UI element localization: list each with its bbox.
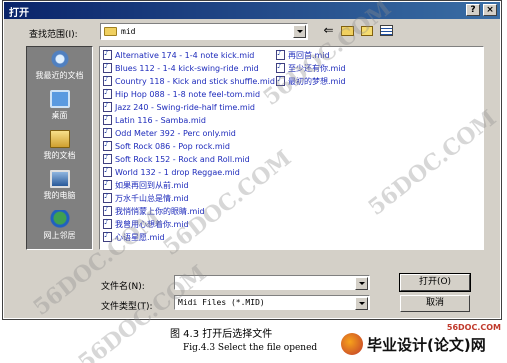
file-item[interactable]: Soft Rock 086 - Pop rock.mid: [103, 140, 230, 152]
midi-file-icon: [103, 62, 112, 73]
look-in-dropdown[interactable]: mid: [100, 23, 308, 40]
place-label: 我的文档: [43, 151, 76, 160]
site-url: 56DOC.COM: [446, 323, 501, 332]
brand-text: 毕业设计(论文)网: [367, 336, 486, 354]
file-item[interactable]: Odd Meter 392 - Perc only.mid: [103, 127, 236, 139]
midi-file-icon: [103, 218, 112, 229]
my-computer-icon: [49, 170, 70, 188]
midi-file-icon: [103, 179, 112, 190]
network-places-icon: [49, 210, 70, 228]
midi-file-icon: [103, 114, 112, 125]
place-label: 我最近的文档: [35, 71, 84, 80]
file-item[interactable]: World 132 - 1 drop Reggae.mid: [103, 166, 240, 178]
file-item[interactable]: Hip Hop 088 - 1-8 note feel-tom.mid: [103, 88, 260, 100]
cancel-button[interactable]: 取消: [400, 295, 470, 312]
midi-file-icon: [103, 140, 112, 151]
place-my-computer[interactable]: 我的电脑: [27, 170, 92, 210]
figure-caption-cn: 图 4.3 打开后选择文件: [170, 329, 273, 340]
file-item[interactable]: 万水千山总是情.mid: [103, 192, 189, 204]
filename-input[interactable]: [174, 275, 370, 290]
place-label: 网上邻居: [43, 231, 76, 240]
new-folder-icon[interactable]: [358, 23, 375, 39]
file-item[interactable]: 我曾用心想着你.mid: [103, 218, 189, 230]
back-arrow-icon[interactable]: ⇐: [320, 23, 337, 39]
place-desktop[interactable]: 桌面: [27, 90, 92, 130]
place-recent-documents[interactable]: 我最近的文档: [27, 50, 92, 90]
file-item[interactable]: 心语星愿.mid: [103, 231, 165, 243]
up-folder-icon[interactable]: [339, 23, 356, 39]
file-item[interactable]: 最初的梦想.mid: [276, 75, 346, 87]
file-item[interactable]: Blues 112 - 1-4 kick-swing-ride .mid: [103, 62, 259, 74]
folder-icon: [104, 27, 117, 36]
help-button[interactable]: ?: [466, 4, 480, 16]
midi-file-icon: [103, 127, 112, 138]
look-in-value: mid: [121, 27, 136, 36]
place-label: 桌面: [51, 111, 68, 120]
file-item[interactable]: Soft Rock 152 - Rock and Roll.mid: [103, 153, 250, 165]
file-item[interactable]: 如果再回到从前.mid: [103, 179, 189, 191]
dialog-title: 打开: [9, 8, 29, 19]
file-item[interactable]: Alternative 174 - 1-4 note kick.mid: [103, 49, 254, 61]
places-bar: 我最近的文档 桌面 我的文档 我的电脑 网上邻居: [26, 46, 93, 250]
open-file-dialog: 打开 ? × 查找范围(I): mid ⇐ 我最近的文档 桌面 我的文档 我的电…: [2, 0, 502, 320]
filename-label: 文件名(N):: [101, 282, 145, 292]
midi-file-icon: [103, 153, 112, 164]
my-documents-icon: [49, 130, 70, 148]
midi-file-icon: [276, 49, 285, 60]
filetype-label: 文件类型(T):: [101, 302, 153, 312]
look-in-label: 查找范围(I):: [29, 30, 78, 40]
file-item[interactable]: Country 118 - Kick and stick shuffle.mid: [103, 75, 275, 87]
midi-file-icon: [103, 166, 112, 177]
file-item[interactable]: Latin 116 - Samba.mid: [103, 114, 206, 126]
close-button[interactable]: ×: [483, 4, 497, 16]
view-menu-icon[interactable]: [378, 23, 395, 39]
midi-file-icon: [276, 62, 285, 73]
chevron-down-icon[interactable]: [355, 277, 368, 290]
place-my-documents[interactable]: 我的文档: [27, 130, 92, 170]
chevron-down-icon[interactable]: [355, 297, 368, 310]
midi-file-icon: [103, 88, 112, 99]
file-item[interactable]: 再回首.mid: [276, 49, 330, 61]
midi-file-icon: [103, 49, 112, 60]
filetype-select[interactable]: Midi Files (*.MID): [174, 295, 370, 310]
brand-logo-icon: [341, 333, 363, 355]
midi-file-icon: [276, 75, 285, 86]
midi-file-icon: [103, 205, 112, 216]
file-item[interactable]: 我悄悄蒙上你的眼睛.mid: [103, 205, 205, 217]
file-list[interactable]: Alternative 174 - 1-4 note kick.mid Blue…: [99, 46, 484, 250]
filetype-value: Midi Files (*.MID): [178, 298, 265, 307]
desktop-icon: [49, 90, 70, 108]
file-item[interactable]: Jazz 240 - Swing-ride-half time.mid: [103, 101, 255, 113]
midi-file-icon: [103, 231, 112, 242]
title-bar[interactable]: 打开 ? ×: [4, 2, 500, 19]
figure-caption-en: Fig.4.3 Select the file opened: [183, 343, 318, 353]
place-network[interactable]: 网上邻居: [27, 210, 92, 250]
chevron-down-icon[interactable]: [293, 25, 306, 38]
midi-file-icon: [103, 101, 112, 112]
open-button[interactable]: 打开(O): [399, 273, 471, 292]
midi-file-icon: [103, 192, 112, 203]
midi-file-icon: [103, 75, 112, 86]
file-item[interactable]: 至少还有你.mid: [276, 62, 346, 74]
place-label: 我的电脑: [43, 191, 76, 200]
recent-documents-icon: [49, 50, 70, 68]
